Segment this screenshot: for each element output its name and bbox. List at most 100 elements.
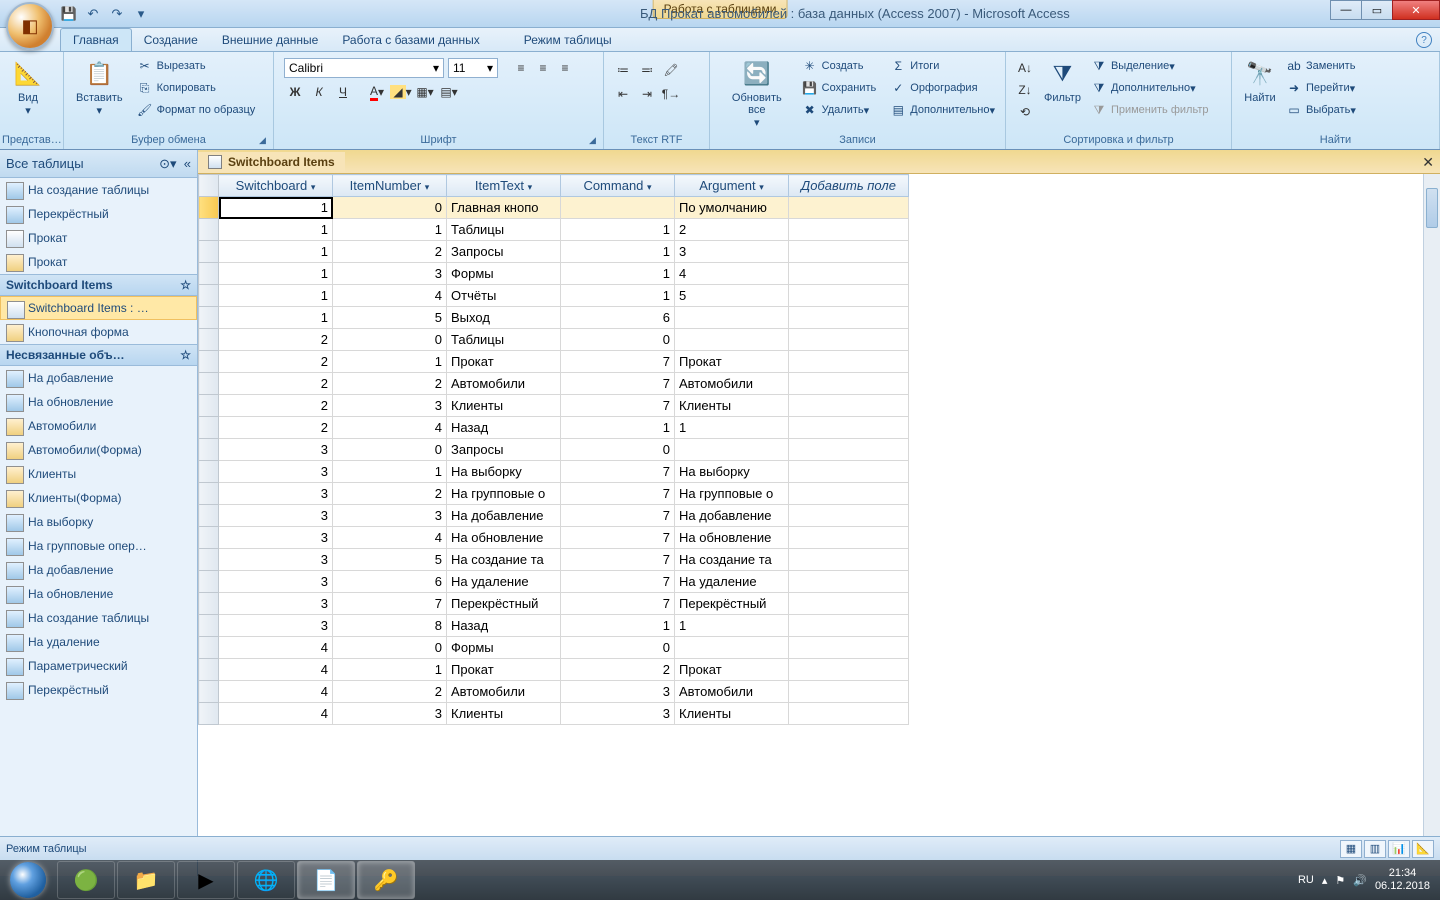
clear-sort-button[interactable]: ⟲	[1014, 102, 1036, 122]
cell[interactable]: 7	[561, 593, 675, 615]
nav-item[interactable]: На групповые опер…	[0, 534, 197, 558]
pivot-table-view-button[interactable]: ▥	[1364, 840, 1386, 858]
cell[interactable]: 7	[561, 505, 675, 527]
more-records-button[interactable]: ▤Дополнительно ▾	[886, 100, 999, 120]
tab-home[interactable]: Главная	[60, 28, 132, 51]
cell[interactable]: Автомобили	[447, 681, 561, 703]
clipboard-launcher-icon[interactable]: ◢	[259, 135, 271, 147]
cell[interactable]: 7	[333, 593, 447, 615]
column-header[interactable]: ItemText ▾	[447, 175, 561, 197]
cell[interactable]: 2	[675, 219, 789, 241]
format-painter-button[interactable]: 🖌Формат по образцу	[133, 100, 260, 120]
cell[interactable]	[675, 329, 789, 351]
cell[interactable]: Таблицы	[447, 329, 561, 351]
row-selector[interactable]	[199, 241, 219, 263]
nav-item[interactable]: На удаление	[0, 630, 197, 654]
row-selector[interactable]	[199, 483, 219, 505]
redo-icon[interactable]: ↷	[108, 5, 126, 23]
column-header[interactable]: Argument ▾	[675, 175, 789, 197]
cell[interactable]: 0	[333, 329, 447, 351]
align-center-button[interactable]: ≡	[532, 58, 554, 78]
cell[interactable]	[789, 417, 909, 439]
cell[interactable]: 5	[333, 307, 447, 329]
datasheet[interactable]: Switchboard ▾ItemNumber ▾ItemText ▾Comma…	[198, 174, 1440, 837]
cell[interactable]: 1	[333, 659, 447, 681]
cell[interactable]: Перекрёстный	[447, 593, 561, 615]
nav-item[interactable]: Клиенты	[0, 462, 197, 486]
close-button[interactable]: ✕	[1392, 0, 1440, 20]
cell[interactable]: Запросы	[447, 439, 561, 461]
row-selector[interactable]	[199, 307, 219, 329]
row-selector[interactable]	[199, 615, 219, 637]
cell[interactable]: На создание та	[675, 549, 789, 571]
cell[interactable]: 3	[333, 505, 447, 527]
nav-item[interactable]: Перекрёстный	[0, 678, 197, 702]
cell[interactable]: Прокат	[675, 351, 789, 373]
cell[interactable]: По умолчанию	[675, 197, 789, 219]
cell[interactable]: 3	[219, 527, 333, 549]
cell[interactable]: 0	[561, 637, 675, 659]
paste-button[interactable]: 📋Вставить▾	[70, 56, 129, 119]
cell[interactable]: 4	[333, 527, 447, 549]
start-button[interactable]	[0, 860, 56, 900]
refresh-all-button[interactable]: 🔄Обновить все▾	[716, 56, 798, 131]
cell[interactable]: Клиенты	[447, 703, 561, 725]
cell[interactable]: Назад	[447, 417, 561, 439]
cell[interactable]: 3	[219, 593, 333, 615]
cell[interactable]: Перекрёстный	[675, 593, 789, 615]
cell[interactable]: 3	[219, 461, 333, 483]
lang-indicator[interactable]: RU	[1298, 874, 1314, 886]
design-view-button[interactable]: 📐	[1412, 840, 1434, 858]
cell[interactable]: 2	[333, 241, 447, 263]
cell[interactable]: 1	[561, 219, 675, 241]
cell[interactable]	[675, 439, 789, 461]
cell[interactable]	[789, 241, 909, 263]
tab-datasheet[interactable]: Режим таблицы	[512, 29, 624, 51]
cell[interactable]: 3	[219, 615, 333, 637]
cell[interactable]: 2	[219, 373, 333, 395]
cell[interactable]: 4	[219, 637, 333, 659]
cell[interactable]	[789, 351, 909, 373]
taskbar-app-1[interactable]: 🟢	[57, 861, 115, 899]
select-all-cell[interactable]	[199, 175, 219, 197]
row-selector[interactable]	[199, 505, 219, 527]
cell[interactable]: 3	[219, 505, 333, 527]
cell[interactable]	[789, 527, 909, 549]
add-column[interactable]: Добавить поле	[789, 175, 909, 197]
cell[interactable]: Прокат	[447, 659, 561, 681]
cell[interactable]: 4	[219, 703, 333, 725]
cell[interactable]: На выборку	[675, 461, 789, 483]
maximize-button[interactable]: ▭	[1361, 0, 1393, 20]
cell[interactable]: 3	[219, 439, 333, 461]
cell[interactable]: 2	[333, 681, 447, 703]
help-icon[interactable]: ?	[1416, 32, 1432, 48]
cell[interactable]: 1	[561, 263, 675, 285]
cell[interactable]: 5	[333, 549, 447, 571]
cell[interactable]	[789, 395, 909, 417]
cell[interactable]	[789, 285, 909, 307]
cell[interactable]: 1	[561, 285, 675, 307]
cell[interactable]	[789, 571, 909, 593]
nav-item[interactable]: Параметрический	[0, 654, 197, 678]
document-tab[interactable]: Switchboard Items	[198, 152, 345, 172]
cell[interactable]	[675, 637, 789, 659]
cell[interactable]: На групповые о	[447, 483, 561, 505]
cell[interactable]	[789, 329, 909, 351]
cell[interactable]: 1	[561, 417, 675, 439]
cell[interactable]: Клиенты	[675, 703, 789, 725]
totals-button[interactable]: ΣИтоги	[886, 56, 999, 76]
cell[interactable]: Формы	[447, 263, 561, 285]
row-selector[interactable]	[199, 219, 219, 241]
taskbar-media[interactable]: ▶	[177, 861, 235, 899]
volume-icon[interactable]: 🔊	[1353, 874, 1367, 887]
cell[interactable]: 2	[219, 351, 333, 373]
cell[interactable]: 3	[561, 703, 675, 725]
row-selector[interactable]	[199, 439, 219, 461]
row-selector[interactable]	[199, 571, 219, 593]
cell[interactable]: Автомобили	[675, 681, 789, 703]
tab-create[interactable]: Создание	[132, 29, 210, 51]
row-selector[interactable]	[199, 329, 219, 351]
font-size-combo[interactable]: 11▾	[448, 58, 498, 78]
cell[interactable]	[789, 593, 909, 615]
cell[interactable]: На обновление	[447, 527, 561, 549]
